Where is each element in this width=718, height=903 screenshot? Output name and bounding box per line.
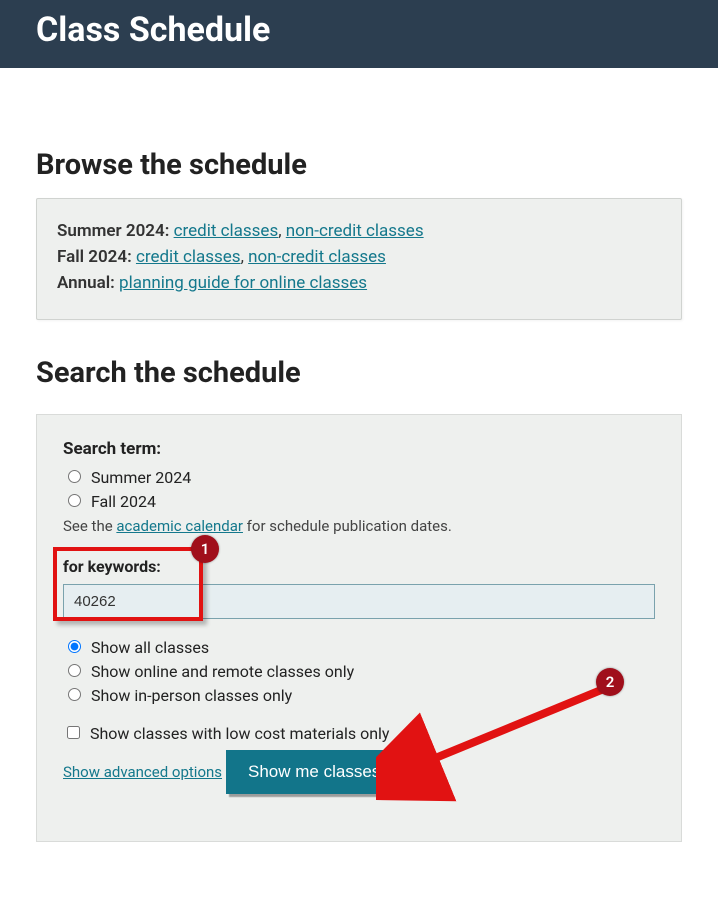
search-box: Search term: Summer 2024 Fall 2024 See t… [36,414,682,842]
link-annual-guide[interactable]: planning guide for online classes [119,273,367,293]
keywords-label: for keywords: [63,553,655,576]
browse-line-annual: Annual: planning guide for online classe… [57,273,661,293]
display-radio-online[interactable] [68,664,81,677]
display-radio-label: Show all classes [91,638,209,657]
lowcost-label: Show classes with low cost materials onl… [90,724,390,743]
search-heading: Search the schedule [36,356,682,390]
term-radio-summer[interactable] [68,470,81,483]
browse-heading: Browse the schedule [36,148,682,182]
term-radio-fall[interactable] [68,494,81,507]
display-radio-label: Show online and remote classes only [91,662,354,681]
term-radio-label: Fall 2024 [91,492,156,511]
browse-label: Fall 2024: [57,247,132,267]
browse-box: Summer 2024: credit classes, non-credit … [36,198,682,320]
link-academic-calendar[interactable]: academic calendar [116,517,243,535]
link-summer-noncredit[interactable]: non-credit classes [286,221,424,241]
display-radio-label: Show in-person classes only [91,686,292,705]
display-option-all[interactable]: Show all classes [63,637,655,657]
term-hint: See the academic calendar for schedule p… [63,517,655,535]
browse-line-fall: Fall 2024: credit classes, non-credit cl… [57,247,661,267]
link-fall-credit[interactable]: credit classes [136,247,241,267]
display-option-online[interactable]: Show online and remote classes only [63,661,655,681]
term-option-summer[interactable]: Summer 2024 [63,467,655,487]
browse-label: Summer 2024: [57,221,169,241]
display-option-inperson[interactable]: Show in-person classes only [63,685,655,705]
link-advanced-options[interactable]: Show advanced options [63,763,222,781]
term-radio-label: Summer 2024 [91,468,191,487]
submit-button[interactable]: Show me classes [226,750,402,794]
browse-line-summer: Summer 2024: credit classes, non-credit … [57,221,661,241]
page-header: Class Schedule [0,0,718,68]
submit-wrap: Show me classes 2 [226,750,402,794]
display-radio-all[interactable] [68,640,81,653]
lowcost-option[interactable]: Show classes with low cost materials onl… [63,723,655,743]
page-title: Class Schedule [36,10,682,50]
page-content: Browse the schedule Summer 2024: credit … [0,68,718,882]
display-radio-inperson[interactable] [68,688,81,701]
keywords-group: 1 for keywords: [63,553,655,619]
term-option-fall[interactable]: Fall 2024 [63,491,655,511]
search-term-label: Search term: [63,439,655,459]
lowcost-checkbox[interactable] [67,726,80,739]
keywords-input[interactable] [63,584,655,619]
browse-label: Annual: [57,273,115,293]
link-fall-noncredit[interactable]: non-credit classes [248,247,386,267]
link-summer-credit[interactable]: credit classes [174,221,279,241]
